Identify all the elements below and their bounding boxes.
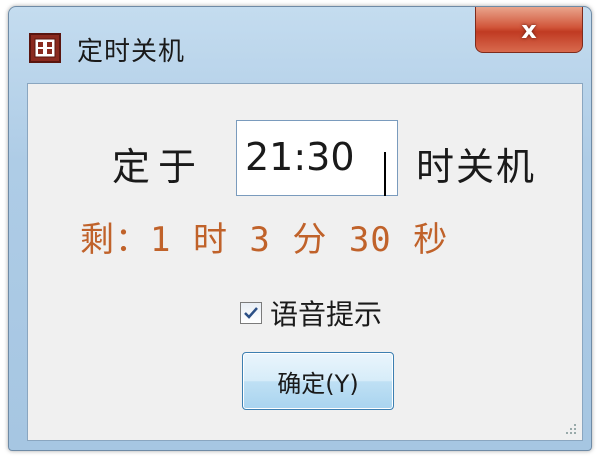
app-icon: [29, 33, 61, 63]
voice-prompt-row[interactable]: 语音提示: [240, 293, 382, 333]
label-shutdown: 时关机: [416, 145, 537, 189]
dialog-window: 定时关机 x 定于 21:30 时关机 剩：1 时 3 分 30 秒 语音提示 …: [8, 6, 592, 451]
ok-button[interactable]: 确定(Y): [242, 352, 394, 410]
remaining-time-text: 剩：1 时 3 分 30 秒: [80, 220, 449, 260]
text-caret: [384, 152, 386, 196]
shutdown-time-row: 定于 21:30 时关机: [28, 114, 582, 196]
dialog-body: 定于 21:30 时关机 剩：1 时 3 分 30 秒 语音提示 确定(Y): [27, 83, 583, 441]
shutdown-time-input[interactable]: 21:30: [236, 120, 398, 196]
voice-prompt-label[interactable]: 语音提示: [270, 293, 382, 333]
window-title: 定时关机: [77, 37, 186, 67]
close-icon: x: [521, 15, 537, 44]
title-bar[interactable]: 定时关机 x: [9, 7, 591, 77]
resize-grip-icon[interactable]: [562, 420, 578, 436]
voice-prompt-checkbox[interactable]: [240, 302, 262, 324]
close-button[interactable]: x: [475, 7, 583, 53]
checkmark-icon: [244, 307, 258, 319]
label-at: 定于: [112, 145, 205, 189]
